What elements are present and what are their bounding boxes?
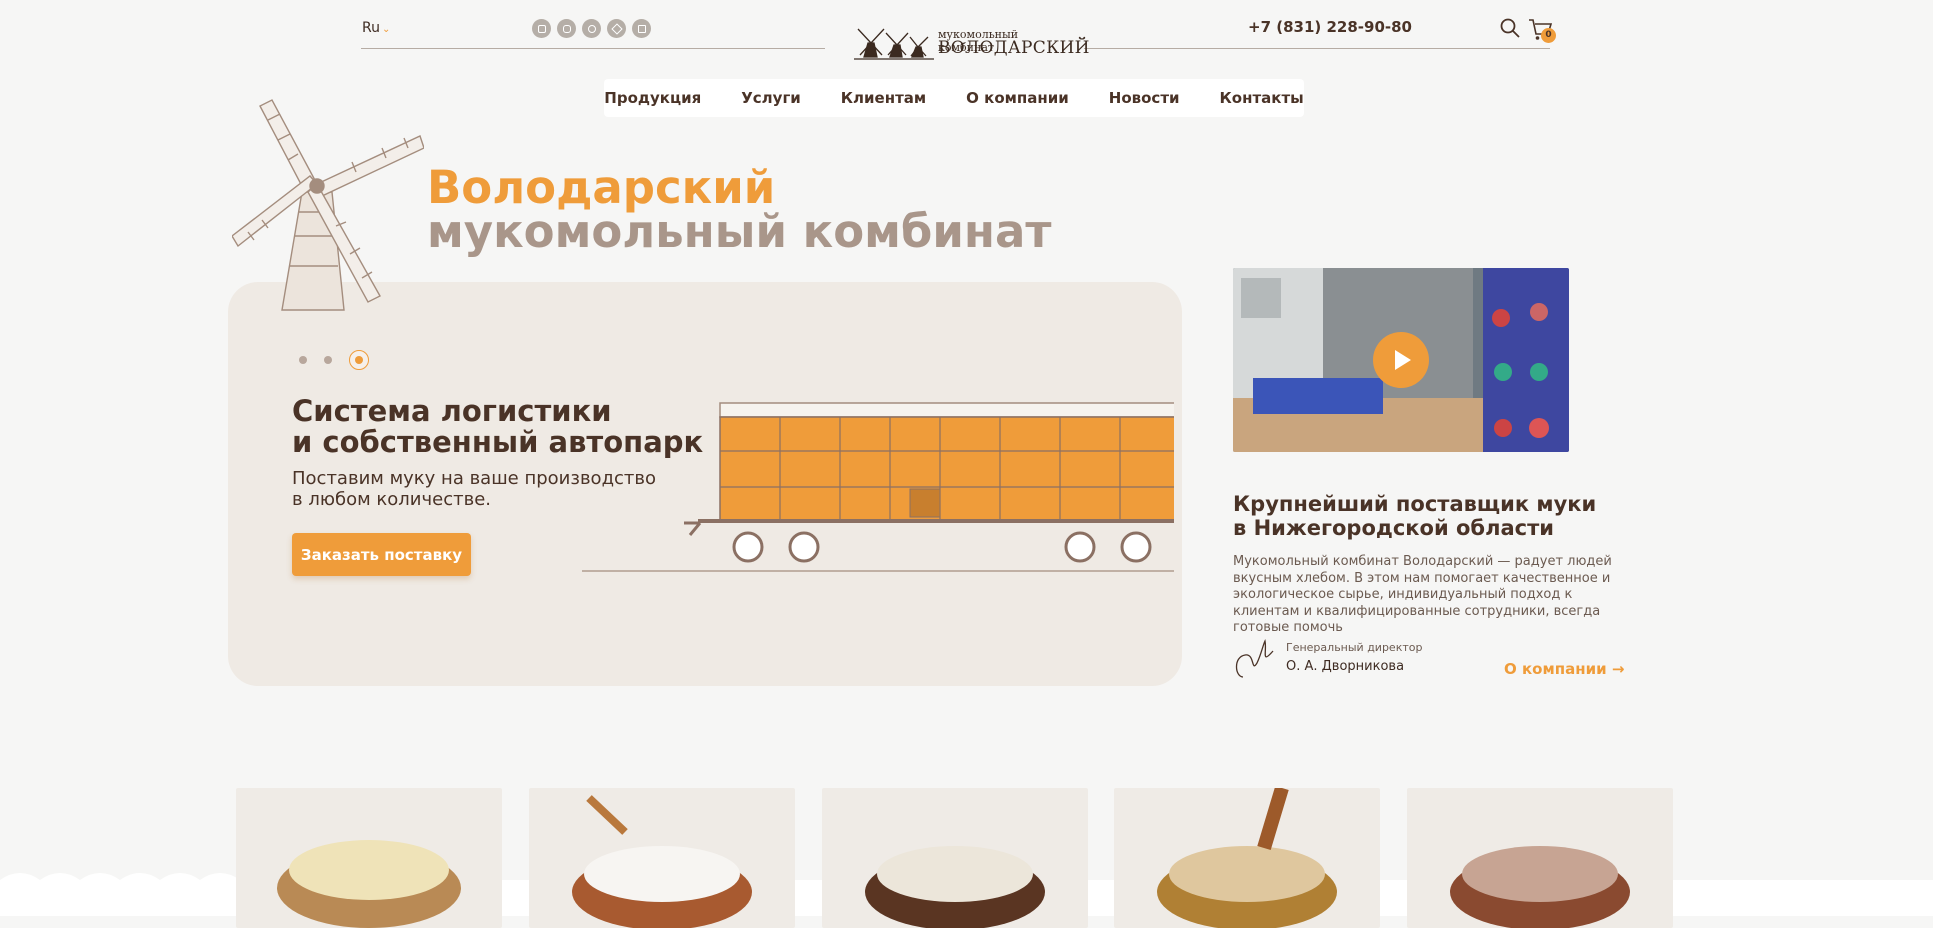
about-company-link[interactable]: О компании → [1504, 660, 1624, 678]
about-heading: Крупнейший поставщик муки в Нижегородско… [1233, 492, 1597, 540]
phone-link[interactable]: +7 (831) 228-90-80 [1248, 18, 1412, 36]
product-card-4[interactable] [1114, 788, 1380, 928]
product-card-1[interactable] [236, 788, 502, 928]
slider-dot-1[interactable] [299, 356, 307, 364]
director-name: О. А. Дворникова [1286, 659, 1405, 674]
arrow-right-icon: → [1611, 660, 1625, 678]
main-nav: Продукция Услуги Клиентам О компании Нов… [604, 79, 1304, 117]
about-text: Мукомольный комбинат Володарский — радуе… [1233, 554, 1612, 635]
product-card-2[interactable] [529, 788, 795, 928]
nav-item-news[interactable]: Новости [1109, 89, 1180, 107]
cart-count-badge: 0 [1541, 28, 1556, 43]
logo[interactable]: мукомольный комбинат ВОЛОДАРСКИЙ [850, 19, 1090, 63]
nav-item-clients[interactable]: Клиентам [841, 89, 926, 107]
railcar-illustration [582, 402, 1174, 572]
header-divider-left [361, 48, 825, 49]
chat-icon[interactable] [582, 19, 601, 38]
nav-item-services[interactable]: Услуги [741, 89, 801, 107]
vk-icon[interactable] [632, 19, 651, 38]
social-links [532, 19, 651, 38]
nav-item-products[interactable]: Продукция [604, 89, 701, 107]
language-selector[interactable]: Ru ⌄ [362, 20, 390, 36]
windmill-illustration [232, 99, 424, 311]
flour-bowl-image [1450, 846, 1630, 928]
language-label: Ru [362, 20, 380, 36]
play-icon [1395, 350, 1411, 370]
windmills-logo-icon [854, 28, 934, 60]
header-divider-right [1084, 48, 1550, 49]
youtube-icon[interactable] [532, 19, 551, 38]
director-signature [1235, 639, 1274, 678]
nav-item-about[interactable]: О компании [966, 89, 1069, 107]
flour-bowl-image [865, 846, 1045, 928]
nav-item-contacts[interactable]: Контакты [1220, 89, 1304, 107]
instagram-icon[interactable] [557, 19, 576, 38]
slider-dot-2[interactable] [324, 356, 332, 364]
product-card-5[interactable] [1407, 788, 1673, 928]
play-video-button[interactable] [1373, 332, 1429, 388]
flour-bowl-image [572, 795, 752, 928]
product-card-3[interactable] [822, 788, 1088, 928]
flour-bowl-image [277, 840, 461, 928]
director-role: Генеральный директор [1286, 641, 1423, 654]
slider-dots [299, 350, 369, 370]
order-delivery-button[interactable]: Заказать поставку [292, 533, 471, 576]
hero-title: мукомольный комбинат [427, 205, 1052, 258]
about-company-link-label: О компании [1504, 660, 1607, 678]
search-icon[interactable] [1500, 18, 1520, 38]
logo-title: ВОЛОДАРСКИЙ [938, 38, 1090, 58]
telegram-icon[interactable] [607, 19, 626, 38]
bran-bowl-image [1157, 788, 1337, 928]
slider-dot-3[interactable] [349, 350, 369, 370]
chevron-down-icon: ⌄ [381, 24, 391, 35]
